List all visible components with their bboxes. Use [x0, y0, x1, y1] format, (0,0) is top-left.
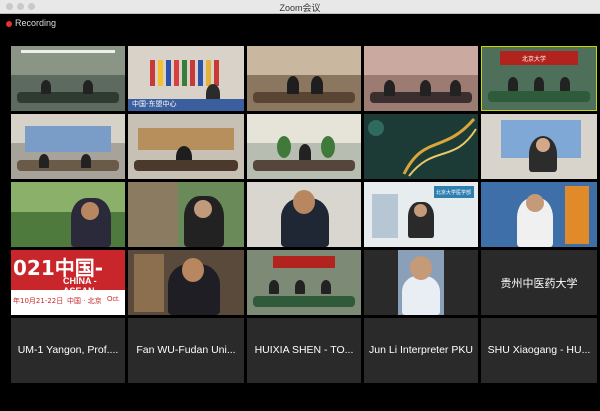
video-tile[interactable]: Fan WU-Fudan Uni...: [128, 318, 244, 383]
participant-face: [81, 202, 99, 220]
participant-face: [182, 258, 204, 282]
participant-figure: [420, 80, 431, 96]
room-wall: [247, 114, 361, 144]
conference-table: [16, 159, 120, 172]
recording-dot-icon: [6, 21, 12, 27]
participant-figure: [321, 280, 331, 294]
flag: [166, 60, 171, 87]
participant-figure: [81, 154, 91, 168]
ceiling-light: [21, 50, 115, 53]
participant-name: UM-1 Yangon, Prof....: [17, 344, 119, 356]
participant-face: [293, 190, 315, 214]
video-tile[interactable]: [128, 250, 244, 315]
video-tile[interactable]: [247, 250, 361, 315]
participant-name: HUIXIA SHEN - TO...: [254, 344, 354, 356]
participant-name: 贵州中医药大学: [500, 277, 578, 290]
video-tile[interactable]: UM-1 Yangon, Prof....: [11, 318, 125, 383]
video-tile[interactable]: 021中国- CHINA - ASEAN 年10月21-22日 中国 · 北京 …: [11, 250, 125, 315]
conference-table: [487, 91, 591, 103]
flag: [150, 60, 155, 87]
participant-name: Fan WU-Fudan Uni...: [136, 344, 236, 356]
conference-table: [252, 295, 356, 308]
participant-figure: [269, 280, 279, 294]
gallery-view: 中国-东盟中心 北京大学 北京大学医学部 021中国- CHINA - ASEA…: [0, 34, 600, 411]
dna-graphic: [368, 118, 477, 177]
room-wall: [364, 46, 478, 76]
window-titlebar: Zoom会议: [0, 0, 600, 14]
participant-name: SHU Xiaogang - HU...: [487, 344, 591, 356]
participant-face: [526, 194, 544, 212]
banner-text: 北京大学: [522, 56, 547, 63]
video-tile[interactable]: SHU Xiaogang - HU...: [481, 318, 597, 383]
participant-name: Jun Li Interpreter PKU: [369, 344, 473, 356]
participant-figure: [83, 80, 93, 94]
screen: [25, 126, 111, 152]
flag: [190, 60, 195, 87]
participant-face: [414, 204, 427, 217]
banner: [273, 256, 335, 268]
video-tile[interactable]: 中国-东盟中心: [128, 46, 244, 111]
participant-figure: [41, 80, 51, 94]
banner-title: CHINA - ASEAN: [63, 276, 97, 296]
video-tile[interactable]: HUIXIA SHEN - TO...: [247, 318, 361, 383]
participant-figure: [450, 80, 461, 96]
participant-face: [536, 138, 550, 152]
video-tile[interactable]: Jun Li Interpreter PKU: [364, 318, 478, 383]
video-tile[interactable]: [481, 114, 597, 179]
bookshelf: [134, 254, 164, 312]
video-tile[interactable]: [364, 114, 478, 179]
video-tile[interactable]: [128, 114, 244, 179]
recording-bar: Recording: [0, 14, 600, 34]
participant-figure: [534, 77, 544, 91]
video-tile[interactable]: [11, 46, 125, 111]
recording-label[interactable]: Recording: [15, 18, 56, 28]
building: [565, 186, 589, 244]
tile-caption: 中国-东盟中心: [132, 100, 177, 108]
conference-table: [16, 91, 120, 104]
video-tile[interactable]: 北京大学: [481, 46, 597, 111]
flag: [182, 60, 187, 87]
building: [372, 194, 398, 238]
video-tile[interactable]: [481, 182, 597, 247]
plant: [321, 136, 335, 158]
participant-figure: [39, 154, 49, 168]
video-tile[interactable]: [247, 46, 361, 111]
flag: [198, 60, 203, 87]
conference-table: [252, 91, 356, 104]
participant-figure: [295, 280, 305, 294]
room-wall: [247, 46, 361, 76]
conference-table: [252, 159, 356, 172]
video-tile[interactable]: 北京大学医学部: [364, 182, 478, 247]
banner-text: 北京大学医学部: [436, 190, 472, 196]
participant-figure: [560, 77, 570, 91]
building-background: [128, 182, 178, 247]
video-tile[interactable]: [11, 182, 125, 247]
participant-figure: [311, 76, 323, 94]
video-tile[interactable]: [364, 46, 478, 111]
event-date: 年10月21-22日: [13, 297, 64, 305]
video-tile[interactable]: [364, 250, 478, 315]
video-tile[interactable]: [247, 182, 361, 247]
video-tile[interactable]: [11, 114, 125, 179]
window-title: Zoom会议: [279, 3, 321, 13]
video-tile[interactable]: [247, 114, 361, 179]
participant-figure: [402, 276, 440, 315]
participant-figure: [287, 76, 299, 94]
video-tile[interactable]: [128, 182, 244, 247]
flag: [158, 60, 163, 87]
plant: [277, 136, 291, 158]
participant-face: [410, 256, 432, 280]
event-city: 中国 · 北京: [67, 297, 102, 305]
flag: [214, 60, 219, 87]
participant-figure: [384, 80, 395, 96]
participant-figure: [508, 77, 518, 91]
flag: [206, 60, 211, 87]
video-tile[interactable]: 贵州中医药大学: [481, 250, 597, 315]
participant-face: [194, 200, 212, 218]
flag: [174, 60, 179, 87]
event-month: Oct.: [107, 296, 120, 303]
conference-table: [133, 159, 239, 172]
